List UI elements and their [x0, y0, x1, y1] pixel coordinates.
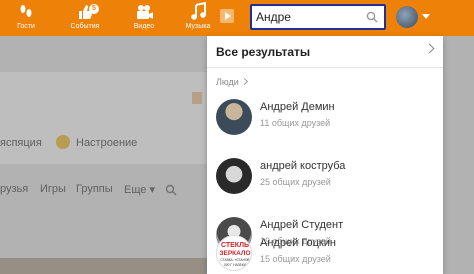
video-camera-icon — [137, 5, 153, 19]
avatar: СТЕКЛЬ ЗЕРКАЛО СТАВКА. УСТАНОВ 000 Г. НА… — [216, 235, 252, 271]
nav-guests-label: Гости — [17, 23, 35, 30]
search-icon[interactable] — [366, 11, 378, 23]
avatar — [216, 99, 252, 135]
search-results-dropdown: Все результаты Люди Андрей Демин 11 общи… — [207, 36, 443, 274]
mutual-friends: 11 общих друзей — [260, 118, 331, 128]
mutual-friends: 25 общих друзей — [260, 177, 331, 187]
svg-text:000 Г. НАЗЕКИ: 000 Г. НАЗЕКИ — [224, 263, 247, 267]
top-navigation-bar: Гости 5 События Видео Музыка — [0, 0, 474, 36]
mutual-friends: 15 общих друзей — [260, 254, 331, 264]
play-icon[interactable] — [220, 9, 234, 23]
person-result[interactable]: Андрей Демин 11 общих друзей — [207, 91, 443, 147]
chevron-right-icon — [240, 77, 249, 86]
avatar — [216, 158, 252, 194]
footprints-icon — [20, 5, 32, 17]
people-section-label[interactable]: Люди — [216, 77, 239, 87]
nav-video-label: Видео — [133, 23, 155, 30]
person-name: Андрей Гоцкин — [260, 237, 336, 249]
events-badge: 5 — [89, 4, 99, 14]
person-name: Андрей Демин — [260, 101, 335, 113]
search-input[interactable] — [256, 8, 356, 26]
company-logo: СТЕКЛЬ ЗЕРКАЛО СТАВКА. УСТАНОВ 000 Г. НА… — [219, 242, 250, 267]
person-result[interactable]: СТЕКЛЬ ЗЕРКАЛО СТАВКА. УСТАНОВ 000 Г. НА… — [207, 224, 443, 274]
chevron-right-icon — [424, 43, 435, 54]
all-results-label: Все результаты — [216, 45, 311, 59]
user-avatar[interactable] — [396, 6, 418, 28]
nav-music-label: Музыка — [185, 23, 211, 30]
nav-music[interactable]: Музыка — [176, 2, 220, 31]
chevron-down-icon[interactable] — [422, 14, 430, 19]
person-result[interactable]: андрей коструба 25 общих друзей — [207, 150, 443, 206]
nav-video[interactable]: Видео — [122, 2, 166, 31]
all-results-link[interactable]: Все результаты — [207, 36, 443, 68]
person-name: андрей коструба — [260, 160, 346, 172]
search-box[interactable] — [250, 4, 386, 30]
svg-text:СТЕКЛЬ: СТЕКЛЬ — [221, 242, 249, 249]
nav-guests[interactable]: Гости — [4, 2, 48, 31]
music-note-icon — [191, 2, 206, 20]
svg-text:СТАВКА. УСТАНОВ: СТАВКА. УСТАНОВ — [220, 258, 249, 262]
nav-events[interactable]: 5 События — [63, 2, 107, 31]
svg-text:ЗЕРКАЛО: ЗЕРКАЛО — [219, 250, 250, 257]
nav-events-label: События — [70, 23, 100, 30]
